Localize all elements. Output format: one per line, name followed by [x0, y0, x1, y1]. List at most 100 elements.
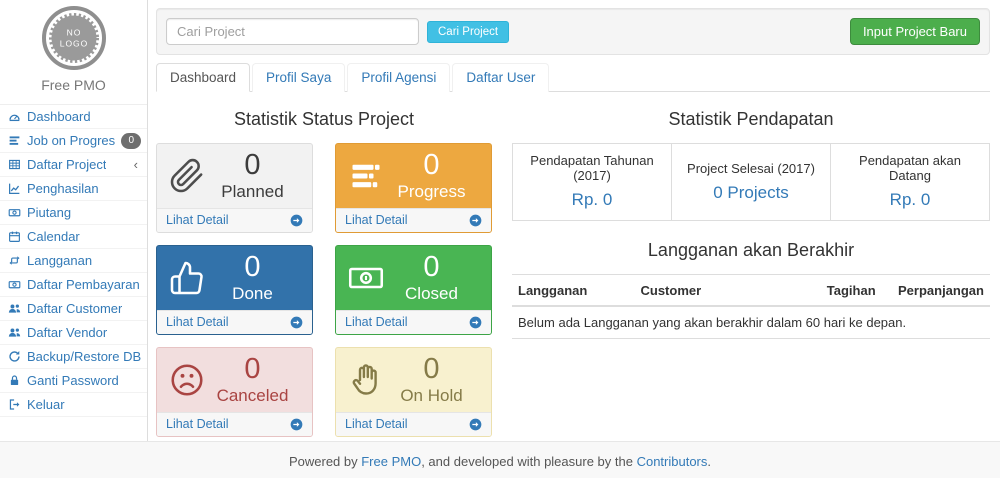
card-stats: 0 Planned — [205, 150, 300, 202]
sidebar-item-label: Daftar Project — [27, 157, 106, 172]
sidebar-item-daftar-vendor[interactable]: Daftar Vendor — [0, 321, 147, 345]
arrow-circle-right-icon — [290, 214, 303, 227]
money-icon — [8, 278, 21, 291]
line-chart-icon — [8, 182, 21, 195]
lihat-detail-label: Lihat Detail — [166, 213, 229, 227]
no-logo-seal-icon: NO LOGO — [41, 5, 107, 71]
lock-icon — [8, 374, 21, 387]
free-pmo-link[interactable]: Free PMO — [361, 454, 421, 469]
logo: NO LOGO Free PMO — [0, 0, 147, 104]
card-stats: 0 On Hold — [384, 354, 479, 406]
sidebar-item-label: Piutang — [27, 205, 71, 220]
lihat-detail-label: Lihat Detail — [345, 213, 408, 227]
lihat-detail-link-done[interactable]: Lihat Detail — [157, 310, 312, 334]
paperclip-icon — [169, 158, 205, 194]
lihat-detail-label: Lihat Detail — [166, 417, 229, 431]
sidebar-item-daftar-pembayaran[interactable]: Daftar Pembayaran — [0, 273, 147, 297]
sidebar-item-ganti-password[interactable]: Ganti Password — [0, 369, 147, 393]
sidebar-item-calendar[interactable]: Calendar — [0, 225, 147, 249]
subs-header-langganan: Langganan — [512, 275, 634, 307]
revenue-table: Pendapatan Tahunan (2017) Rp. 0 Project … — [512, 143, 990, 221]
tasks-icon — [8, 134, 21, 147]
tab-daftar-user[interactable]: Daftar User — [452, 63, 549, 92]
sidebar-item-label: Langganan — [27, 253, 92, 268]
main-content: Cari Project Input Project Baru Dashboar… — [148, 0, 1000, 441]
sidebar-item-daftar-customer[interactable]: Daftar Customer — [0, 297, 147, 321]
card-stats: 0 Done — [205, 252, 300, 304]
lihat-detail-link-on-hold[interactable]: Lihat Detail — [336, 412, 491, 436]
footer-text-suffix: . — [707, 454, 711, 469]
card-done: 0 Done Lihat Detail — [156, 245, 313, 335]
sidebar-item-label: Daftar Vendor — [27, 325, 107, 340]
sidebar-item-langganan[interactable]: Langganan — [0, 249, 147, 273]
subs-header-perpanjangan: Perpanjangan — [892, 275, 990, 307]
card-label: Done — [205, 285, 300, 304]
lihat-detail-link-closed[interactable]: Lihat Detail — [336, 310, 491, 334]
lihat-detail-label: Lihat Detail — [345, 315, 408, 329]
revenue-section-title: Statistik Pendapatan — [512, 109, 990, 130]
revenue-stat-label: Project Selesai (2017) — [678, 161, 824, 176]
arrow-circle-right-icon — [290, 418, 303, 431]
card-count: 0 — [384, 354, 479, 386]
lihat-detail-link-planned[interactable]: Lihat Detail — [157, 208, 312, 232]
card-body: 0 Closed — [336, 246, 491, 310]
card-body: 0 On Hold — [336, 348, 491, 412]
sidebar-item-penghasilan[interactable]: Penghasilan — [0, 177, 147, 201]
users-icon — [8, 302, 21, 315]
page-footer: Powered by Free PMO, and developed with … — [0, 441, 1000, 478]
tab-profil-saya[interactable]: Profil Saya — [252, 63, 345, 92]
sidebar-item-keluar[interactable]: Keluar — [0, 393, 147, 417]
card-count: 0 — [205, 354, 300, 386]
table-row: Belum ada Langganan yang akan berakhir d… — [512, 306, 990, 339]
status-section: Statistik Status Project 0 Planned Lihat… — [156, 94, 492, 437]
new-project-button[interactable]: Input Project Baru — [850, 18, 980, 45]
arrow-circle-right-icon — [469, 418, 482, 431]
sidebar-item-backup-restore-db[interactable]: Backup/Restore DB — [0, 345, 147, 369]
sidebar-item-daftar-project[interactable]: Daftar Project ‹ — [0, 153, 147, 177]
lihat-detail-link-canceled[interactable]: Lihat Detail — [157, 412, 312, 436]
revenue-section: Statistik Pendapatan Pendapatan Tahunan … — [512, 94, 990, 437]
card-count: 0 — [205, 150, 300, 182]
sidebar-item-label: Job on Progress — [27, 133, 115, 148]
sidebar-item-job-on-progress[interactable]: Job on Progress 0 — [0, 129, 147, 153]
footer-text-prefix: Powered by — [289, 454, 361, 469]
card-planned: 0 Planned Lihat Detail — [156, 143, 313, 233]
subs-empty-message: Belum ada Langganan yang akan berakhir d… — [512, 306, 990, 339]
search-button[interactable]: Cari Project — [427, 21, 509, 43]
arrow-circle-right-icon — [469, 214, 482, 227]
card-stats: 0 Canceled — [205, 354, 300, 406]
search-input[interactable] — [166, 18, 419, 45]
subscription-section-title: Langganan akan Berakhir — [512, 240, 990, 261]
revenue-stat-label: Pendapatan akan Datang — [837, 153, 983, 183]
logo-text-line2: LOGO — [59, 39, 88, 49]
card-count: 0 — [384, 150, 479, 182]
tab-dashboard[interactable]: Dashboard — [156, 63, 250, 92]
sidebar-item-label: Daftar Customer — [27, 301, 122, 316]
card-body: 0 Done — [157, 246, 312, 310]
card-closed: 0 Closed Lihat Detail — [335, 245, 492, 335]
sidebar-item-piutang[interactable]: Piutang — [0, 201, 147, 225]
users-icon — [8, 326, 21, 339]
subscription-table: Langganan Customer Tagihan Perpanjangan … — [512, 274, 990, 339]
calendar-icon — [8, 230, 21, 243]
tab-profil-agensi[interactable]: Profil Agensi — [347, 63, 450, 92]
revenue-cell: Pendapatan Tahunan (2017) Rp. 0 — [513, 144, 672, 221]
revenue-cell: Pendapatan akan Datang Rp. 0 — [831, 144, 990, 221]
revenue-stat-label: Pendapatan Tahunan (2017) — [519, 153, 665, 183]
arrow-circle-right-icon — [469, 316, 482, 329]
sidebar-item-label: Penghasilan — [27, 181, 99, 196]
contributors-link[interactable]: Contributors — [637, 454, 708, 469]
revenue-stat-value-link[interactable]: 0 Projects — [678, 183, 824, 203]
sidebar-item-label: Backup/Restore DB — [27, 349, 141, 364]
table-icon — [8, 158, 21, 171]
app-layout: NO LOGO Free PMO Dashboard Job on Progre… — [0, 0, 1000, 441]
thumbs-up-icon — [169, 260, 205, 296]
sidebar: NO LOGO Free PMO Dashboard Job on Progre… — [0, 0, 148, 441]
sign-out-icon — [8, 398, 21, 411]
card-label: Closed — [384, 285, 479, 304]
revenue-stat-value-link[interactable]: Rp. 0 — [519, 190, 665, 210]
subs-header-customer: Customer — [634, 275, 820, 307]
revenue-stat-value-link[interactable]: Rp. 0 — [837, 190, 983, 210]
lihat-detail-link-progress[interactable]: Lihat Detail — [336, 208, 491, 232]
sidebar-item-dashboard[interactable]: Dashboard — [0, 105, 147, 129]
